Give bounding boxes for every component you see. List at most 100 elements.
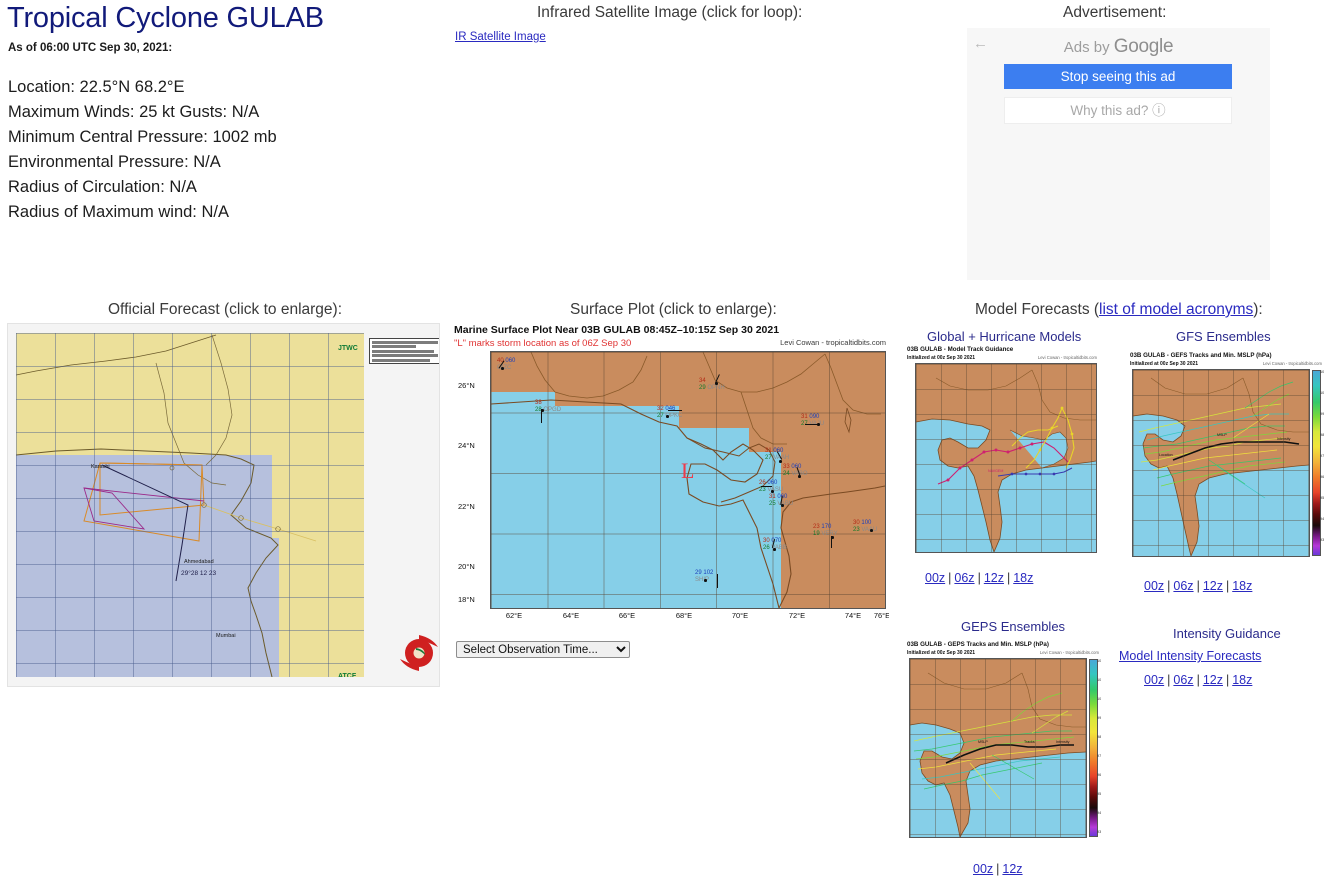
- y-tick-label: 18°N: [458, 595, 475, 604]
- station-plot: 26 060 23 VASU: [759, 480, 783, 494]
- why-this-ad-button[interactable]: Why this ad? ⓘ: [1004, 97, 1232, 124]
- y-tick-label: 20°N: [458, 562, 475, 571]
- ir-satellite-image-link[interactable]: IR Satellite Image: [455, 31, 546, 43]
- chart-title: 03B GULAB - GEPS Tracks and Min. MSLP (h…: [907, 641, 1049, 648]
- link-18z[interactable]: 18z: [1013, 571, 1033, 585]
- colorbar-label: 1000: [1320, 391, 1324, 395]
- chart-init-time: Initialized at 00z Sep 30 2021: [907, 650, 975, 656]
- y-tick-label: 26°N: [458, 381, 475, 390]
- link-12z[interactable]: 12z: [1203, 579, 1223, 593]
- station-plot: 34 29 OPNH: [699, 378, 725, 392]
- section-label-global-hurricane: Global + Hurricane Models: [927, 329, 1081, 344]
- map-graticule: [16, 333, 364, 677]
- model-intensity-forecasts-link[interactable]: Model Intensity Forecasts: [1119, 649, 1261, 663]
- stat-radius-max-wind: Radius of Maximum wind: N/A: [8, 200, 277, 225]
- station-plot: 23 170 19 VERY: [813, 524, 838, 538]
- geps-tracks-image[interactable]: 03B GULAB - GEPS Tracks and Min. MSLP (h…: [905, 641, 1101, 843]
- x-tick-label: 76°E: [874, 611, 889, 620]
- colorbar-label: 970: [1097, 754, 1101, 758]
- model-acronyms-link[interactable]: list of model acronyms: [1099, 301, 1253, 318]
- city-label: Karachi: [91, 464, 110, 470]
- stat-location: Location: 22.5°N 68.2°E: [8, 75, 277, 100]
- ads-by-google-label: Ads by Google: [967, 36, 1270, 58]
- google-wordmark: Google: [1114, 36, 1173, 57]
- link-18z[interactable]: 18z: [1232, 579, 1252, 593]
- mini-graticule: [910, 659, 1086, 837]
- station-plot: 29 102 SHIP: [695, 570, 713, 584]
- official-forecast-map[interactable]: JTWC ATCF 29°28 12 23 Karachi Ahmedabad …: [7, 323, 440, 687]
- x-tick-label: 64°E: [563, 611, 579, 620]
- station-plot: 38 28 OPGD: [535, 400, 561, 414]
- jtwc-watermark: JTWC: [338, 345, 358, 352]
- link-00z[interactable]: 00z: [973, 862, 993, 876]
- ads-by-prefix: Ads by: [1064, 39, 1114, 56]
- surface-plot-subtitle: "L" marks storm location as of 06Z Sep 3…: [454, 338, 631, 349]
- stat-max-winds: Maximum Winds: 25 kt Gusts: N/A: [8, 100, 277, 125]
- link-18z[interactable]: 18z: [1232, 673, 1252, 687]
- storm-stats-list: Location: 22.5°N 68.2°E Maximum Winds: 2…: [8, 75, 277, 225]
- intensity-time-links: 00z|06z|12z|18z: [1144, 673, 1252, 687]
- stat-min-pressure: Minimum Central Pressure: 1002 mb: [8, 125, 277, 150]
- link-00z[interactable]: 00z: [1144, 579, 1164, 593]
- link-06z[interactable]: 06z: [954, 571, 974, 585]
- low-pressure-marker: L: [681, 460, 694, 482]
- section-label-intensity-guidance: Intensity Guidance: [1173, 626, 1281, 641]
- link-00z[interactable]: 00z: [1144, 673, 1164, 687]
- colorbar-label: 970: [1320, 454, 1324, 458]
- station-plot: 31 060 25 VABU: [769, 494, 793, 508]
- station-plot: 31 060 27 VAAH: [765, 448, 789, 462]
- colorbar-label: 940: [1097, 811, 1101, 815]
- stop-seeing-this-ad-button[interactable]: Stop seeing this ad: [1004, 64, 1232, 89]
- page-root: Tropical Cyclone GULAB As of 06:00 UTC S…: [0, 0, 1329, 880]
- mslp-colorbar: [1312, 370, 1321, 556]
- stat-radius-circulation: Radius of Circulation: N/A: [8, 175, 277, 200]
- section-label-gfs-ensembles: GFS Ensembles: [1176, 329, 1271, 344]
- x-tick-label: 74°E: [845, 611, 861, 620]
- gefs-tracks-image[interactable]: 03B GULAB - GEFS Tracks and Min. MSLP (h…: [1128, 352, 1324, 564]
- link-12z[interactable]: 12z: [1002, 862, 1022, 876]
- link-06z[interactable]: 06z: [1173, 673, 1193, 687]
- colorbar-label: 1010: [1320, 370, 1324, 374]
- colorbar-label: 930: [1097, 830, 1101, 834]
- city-label: Mumbai: [216, 633, 236, 639]
- mini-map-canvas: MSLP Tracks Intensity: [909, 658, 1087, 838]
- cyclone-logo-icon: [398, 631, 440, 675]
- colorbar-label: 1005: [1097, 678, 1101, 682]
- colorbar-label: 990: [1097, 716, 1101, 720]
- section-label-geps-ensembles: GEPS Ensembles: [961, 619, 1065, 634]
- chart-init-time: Initialized at 00z Sep 30 2021: [907, 355, 975, 361]
- x-tick-label: 62°E: [506, 611, 522, 620]
- link-00z[interactable]: 00z: [925, 571, 945, 585]
- station-plot: 33 060 24 VABO: [783, 464, 808, 478]
- chart-init-time: Initialized at 00z Sep 30 2021: [1130, 361, 1198, 367]
- chart-title: 03B GULAB - Model Track Guidance: [907, 346, 1013, 353]
- advertisement-panel: ← Ads by Google Stop seeing this ad Why …: [967, 28, 1270, 280]
- colorbar-label: 960: [1097, 773, 1101, 777]
- surface-plot-image[interactable]: Marine Surface Plot Near 03B GULAB 08:45…: [452, 323, 889, 638]
- colorbar-label: 1010: [1097, 659, 1101, 663]
- colorbar-label: 980: [1097, 735, 1101, 739]
- station-plot: 32 046 27 OPKC: [657, 406, 682, 420]
- model-forecasts-heading: Model Forecasts (list of model acronyms)…: [975, 301, 1263, 319]
- stat-env-pressure: Environmental Pressure: N/A: [8, 150, 277, 175]
- link-12z[interactable]: 12z: [1203, 673, 1223, 687]
- colorbar-label: 980: [1320, 433, 1324, 437]
- atcf-watermark: ATCF: [338, 673, 356, 677]
- surface-plot-canvas: L 40 060 OIZC 34 29 OPNH 38 28 OPGD: [490, 351, 886, 609]
- track-coordinate-label: 29°28 12 23: [181, 570, 216, 577]
- as-of-timestamp: As of 06:00 UTC Sep 30, 2021:: [8, 42, 172, 54]
- forecast-info-textbox: [369, 338, 440, 364]
- colorbar-label: 990: [1320, 412, 1324, 416]
- x-tick-label: 72°E: [789, 611, 805, 620]
- chart-credit: Levi Cowan - tropicaltidbits.com: [1263, 361, 1322, 366]
- station-plot: 30 100 23 VAAU: [853, 520, 877, 534]
- chart-credit: Levi Cowan - tropicaltidbits.com: [1038, 355, 1097, 360]
- x-tick-label: 68°E: [676, 611, 692, 620]
- observation-time-select[interactable]: Select Observation Time...: [456, 641, 630, 658]
- heading-prefix: Model Forecasts (: [975, 301, 1099, 318]
- colorbar-label: 940: [1320, 517, 1324, 521]
- link-06z[interactable]: 06z: [1173, 579, 1193, 593]
- x-tick-label: 66°E: [619, 611, 635, 620]
- model-track-guidance-image[interactable]: 03B GULAB - Model Track Guidance Initial…: [905, 346, 1099, 566]
- link-12z[interactable]: 12z: [984, 571, 1004, 585]
